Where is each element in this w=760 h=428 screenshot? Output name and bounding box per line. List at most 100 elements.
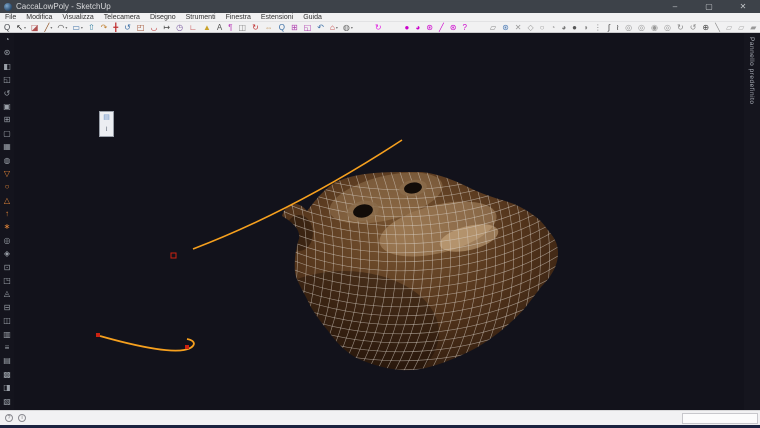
- lt-halfsquare-icon[interactable]: ◧: [0, 60, 14, 73]
- bezier-curve-icon[interactable]: ≀: [100, 124, 113, 136]
- protractor-icon[interactable]: ◷: [175, 22, 185, 32]
- ring-1-icon[interactable]: ◎: [624, 22, 634, 32]
- plugin-wheel-icon[interactable]: ⊛: [425, 22, 435, 32]
- lt-boxdot-icon[interactable]: ⊡: [0, 261, 14, 274]
- model-viewport[interactable]: ▤ ≀: [14, 33, 744, 410]
- lt-hatch-icon[interactable]: ▩: [0, 368, 14, 381]
- axes-icon[interactable]: ∟: [188, 22, 199, 32]
- droplet-outline-icon[interactable]: ○: [539, 22, 547, 32]
- endpoint-marker-end[interactable]: [185, 345, 189, 349]
- dots-icon[interactable]: ⋮: [593, 22, 604, 32]
- previous-view-icon[interactable]: ↶: [316, 22, 326, 32]
- lt-mesh-icon[interactable]: ▦: [0, 140, 14, 153]
- lt-fill-icon[interactable]: ▣: [0, 100, 14, 113]
- lt-undo-icon[interactable]: ↺: [0, 87, 14, 100]
- text-tool-icon[interactable]: A: [216, 22, 224, 32]
- dimension-icon[interactable]: ▲: [202, 22, 213, 32]
- lt-circle-dot-icon[interactable]: ◍: [0, 154, 14, 167]
- lt-lines-icon[interactable]: ▥: [0, 328, 14, 341]
- curve-pencil-icon[interactable]: ∫: [607, 22, 612, 32]
- endpoint-marker-open[interactable]: [170, 252, 177, 259]
- default-tray-tab[interactable]: Pannello predefinito: [748, 33, 755, 104]
- info-icon[interactable]: i: [18, 414, 26, 422]
- lt-ring-icon[interactable]: ○: [0, 180, 14, 193]
- lt-split-icon[interactable]: ◫: [0, 314, 14, 327]
- zoom-window-icon[interactable]: ⊞: [290, 22, 300, 32]
- 3dtext-tool-icon[interactable]: ¶: [227, 22, 234, 32]
- spin-cw-icon[interactable]: ↻: [676, 22, 686, 32]
- plane-1-icon[interactable]: ▱: [725, 22, 734, 32]
- rectangle-tool-icon[interactable]: ▭ ▾: [71, 22, 84, 32]
- ring-3-icon[interactable]: ◎: [663, 22, 673, 32]
- bezier-image-icon[interactable]: ▤: [100, 112, 113, 124]
- spin-ccw-icon[interactable]: ↺: [689, 22, 699, 32]
- menu-item[interactable]: Finestra: [221, 13, 256, 22]
- menu-item[interactable]: Guida: [298, 13, 327, 22]
- plugin-gear-icon[interactable]: ⊛: [449, 22, 459, 32]
- offset-tool-icon[interactable]: ◡: [149, 22, 159, 32]
- menu-item[interactable]: Disegno: [145, 13, 181, 22]
- lt-halfbottom-icon[interactable]: ◨: [0, 381, 14, 394]
- droplet-quarter-icon[interactable]: ◔: [549, 22, 557, 32]
- add-circle-icon[interactable]: ⊕: [701, 22, 711, 32]
- menu-item[interactable]: Strumenti: [181, 13, 221, 22]
- followme-tool-icon[interactable]: ↷: [100, 22, 110, 32]
- lt-grid-icon[interactable]: ⊞: [0, 113, 14, 126]
- diamond-icon[interactable]: ◇: [526, 22, 535, 32]
- geolocation-icon[interactable]: ?: [5, 414, 13, 422]
- styles-icon[interactable]: ◍ ▾: [342, 22, 354, 32]
- maximize-button[interactable]: ▢: [692, 0, 726, 13]
- eraser-tool-icon[interactable]: ◪: [30, 22, 41, 32]
- droplet-three-quarter-icon[interactable]: ◕: [560, 22, 568, 32]
- menu-item[interactable]: Telecamera: [99, 13, 145, 22]
- lt-rows-icon[interactable]: ▤: [0, 354, 14, 367]
- section-plane-icon[interactable]: ◫: [238, 22, 249, 32]
- tape-measure-icon[interactable]: ↦: [162, 22, 172, 32]
- lt-square-icon[interactable]: ▢: [0, 127, 14, 140]
- plane-filled-icon[interactable]: ▰: [749, 22, 758, 32]
- lt-gem-icon[interactable]: ◈: [0, 247, 14, 260]
- lt-quadrant-icon[interactable]: ◳: [0, 274, 14, 287]
- arc-tool-icon[interactable]: ◠ ▾: [56, 22, 68, 32]
- menu-item[interactable]: Visualizza: [57, 13, 98, 22]
- plugin-pie-icon[interactable]: ◕: [414, 22, 422, 32]
- move-tool-icon[interactable]: ╋: [112, 22, 120, 32]
- lt-orbit-icon[interactable]: ◔: [0, 33, 14, 46]
- wave-pencil-icon[interactable]: ≀: [615, 22, 621, 32]
- menu-item[interactable]: Modifica: [21, 13, 57, 22]
- lt-triangle-icon[interactable]: △: [0, 194, 14, 207]
- measurements-input[interactable]: [682, 413, 758, 424]
- zoom-tool-icon[interactable]: Q: [278, 22, 287, 32]
- menu-item[interactable]: Estensioni: [256, 13, 298, 22]
- arrow-tool-icon[interactable]: ↖ ▾: [15, 22, 27, 32]
- pencil-tool-icon[interactable]: ╱ ▾: [44, 22, 54, 32]
- lt-funnel-icon[interactable]: ▽: [0, 167, 14, 180]
- plugin-sphere-icon[interactable]: ●: [404, 22, 412, 32]
- lt-menu-icon[interactable]: ≡: [0, 341, 14, 354]
- lt-corner-icon[interactable]: ◱: [0, 73, 14, 86]
- zoom-extents-icon[interactable]: ◱: [303, 22, 314, 32]
- pan-tool-icon[interactable]: ⇔: [264, 22, 275, 32]
- component-spin-icon[interactable]: ↻: [374, 22, 384, 32]
- folder-icon[interactable]: ▱: [489, 22, 498, 32]
- lt-diag-icon[interactable]: ▧: [0, 395, 14, 408]
- lt-minusbox-icon[interactable]: ⊟: [0, 301, 14, 314]
- lt-asterisk-icon[interactable]: ∗: [0, 220, 14, 233]
- settings-gear-icon[interactable]: ⊛: [501, 22, 511, 32]
- lt-arrow-up-icon[interactable]: ↑: [0, 207, 14, 220]
- select-tool-icon[interactable]: Q: [3, 22, 12, 32]
- ring-2-icon[interactable]: ◎: [637, 22, 647, 32]
- plane-2-icon[interactable]: ▱: [737, 22, 746, 32]
- delete-icon[interactable]: ✕: [514, 22, 524, 32]
- plugin-pencil-icon[interactable]: ╱: [438, 22, 446, 32]
- lt-target-icon[interactable]: ◎: [0, 234, 14, 247]
- lt-gear-icon[interactable]: ⊛: [0, 46, 14, 59]
- views-icon[interactable]: ⌂ ▾: [329, 22, 339, 32]
- lt-tri-dot-icon[interactable]: ◬: [0, 287, 14, 300]
- droplet-half-icon[interactable]: ◑: [582, 22, 590, 32]
- plugin-help-icon[interactable]: ?: [461, 22, 468, 32]
- minimize-button[interactable]: –: [658, 0, 692, 13]
- scale-tool-icon[interactable]: ◰: [136, 22, 147, 32]
- ring-dot-icon[interactable]: ◉: [650, 22, 660, 32]
- rotate-tool-icon[interactable]: ↺: [123, 22, 133, 32]
